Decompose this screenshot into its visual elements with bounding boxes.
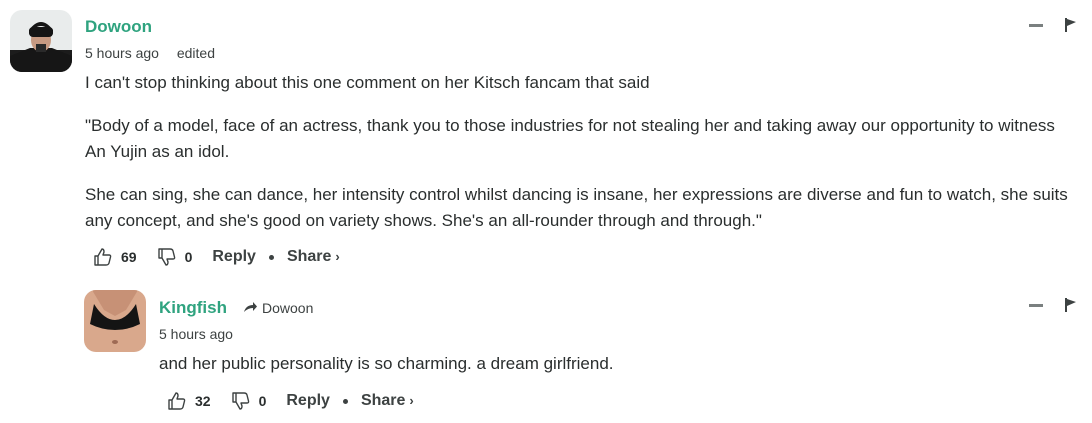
username[interactable]: Dowoon xyxy=(85,17,152,37)
upvote-button[interactable]: 32 xyxy=(167,391,211,411)
reply-button[interactable]: Reply xyxy=(286,392,330,410)
avatar[interactable] xyxy=(84,290,146,352)
share-label: Share xyxy=(286,248,332,265)
comment-body: and her public personality is so charmin… xyxy=(159,351,1059,394)
downvote-button[interactable]: 0 xyxy=(157,247,193,267)
upvote-count: 32 xyxy=(195,393,211,409)
share-button[interactable]: Share › xyxy=(361,392,414,410)
chevron-right-icon: › xyxy=(409,393,414,408)
username[interactable]: Kingfish xyxy=(159,298,227,318)
downvote-button[interactable]: 0 xyxy=(231,391,267,411)
upvote-button[interactable]: 69 xyxy=(93,247,137,267)
comment-controls xyxy=(1029,18,1077,32)
comment-paragraph: She can sing, she can dance, her intensi… xyxy=(85,185,1068,230)
downvote-count: 0 xyxy=(184,249,193,265)
comment-meta: 5 hours ago edited xyxy=(85,45,229,61)
minus-icon[interactable] xyxy=(1029,303,1043,307)
reply-to-username: Dowoon xyxy=(262,300,314,316)
share-button[interactable]: Share › xyxy=(287,248,340,266)
reply-button[interactable]: Reply xyxy=(212,248,256,266)
downvote-count: 0 xyxy=(258,393,267,409)
share-label: Share xyxy=(360,392,406,409)
thumbs-down-icon xyxy=(231,392,249,410)
separator-dot xyxy=(268,254,274,260)
comment-actions: 32 0 Reply Share › xyxy=(167,391,414,411)
comment-actions: 69 0 Reply Share › xyxy=(93,247,340,267)
timestamp[interactable]: 5 hours ago xyxy=(159,326,233,342)
flag-icon[interactable] xyxy=(1065,18,1077,32)
avatar[interactable] xyxy=(10,10,72,72)
timestamp[interactable]: 5 hours ago xyxy=(85,45,159,61)
upvote-count: 69 xyxy=(121,249,137,265)
comment-controls xyxy=(1029,298,1077,312)
reply-arrow-icon xyxy=(244,302,257,312)
thumbs-up-icon xyxy=(94,248,112,266)
comment-body: I can't stop thinking about this one com… xyxy=(85,70,1070,251)
reply-to[interactable]: Dowoon xyxy=(243,300,313,316)
comment-paragraph: "Body of a model, face of an actress, th… xyxy=(85,116,1055,161)
minus-icon[interactable] xyxy=(1029,23,1043,27)
comment-paragraph: and her public personality is so charmin… xyxy=(159,354,614,373)
chevron-right-icon: › xyxy=(335,249,340,264)
thumbs-down-icon xyxy=(157,248,175,266)
comment-paragraph: I can't stop thinking about this one com… xyxy=(85,73,650,92)
comment-meta: 5 hours ago xyxy=(159,326,247,342)
thumbs-up-icon xyxy=(168,392,186,410)
edited-label: edited xyxy=(176,45,215,61)
flag-icon[interactable] xyxy=(1065,298,1077,312)
separator-dot xyxy=(342,398,348,404)
